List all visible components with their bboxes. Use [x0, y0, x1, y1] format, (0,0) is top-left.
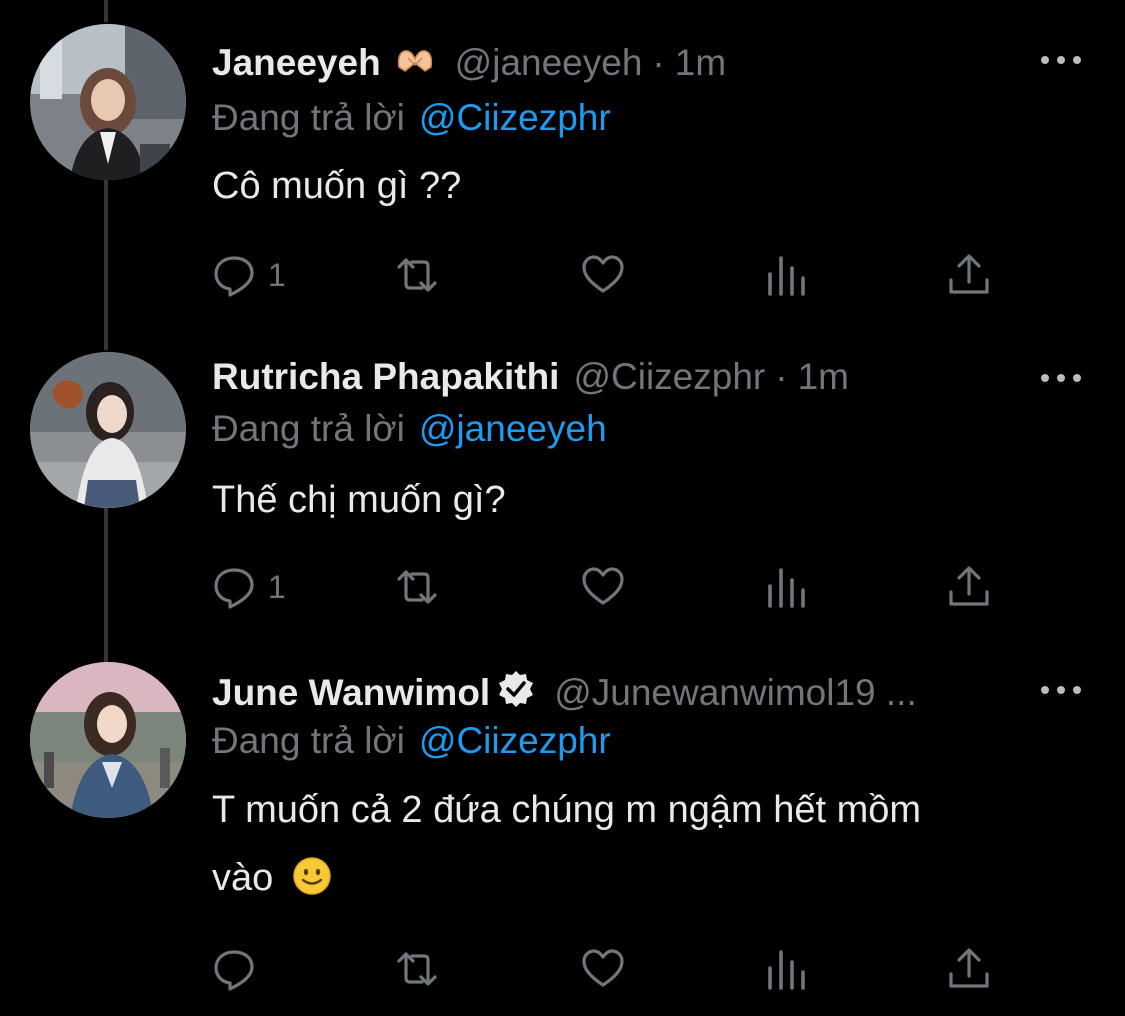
share-icon: [949, 254, 989, 294]
avatar[interactable]: [30, 662, 186, 818]
handle[interactable]: @Ciizezphr: [573, 356, 765, 398]
display-name[interactable]: Janeeyeh: [212, 42, 381, 84]
share-button[interactable]: [946, 250, 992, 300]
avatar-photo: [30, 352, 186, 508]
heart-icon: [582, 567, 624, 605]
retweet-icon: [397, 952, 437, 986]
tweet[interactable]: Janeeyeh @janeeyeh · 1m Đang trả lời @Ci…: [0, 0, 1125, 330]
verified-badge-icon: [496, 669, 536, 718]
retweet-icon: [397, 258, 437, 292]
tweet[interactable]: Rutricha Phapakithi @Ciizezphr · 1m Đang…: [0, 330, 1125, 650]
replying-to: Đang trả lời @janeeyeh: [212, 404, 607, 454]
share-icon: [949, 566, 989, 606]
analytics-button[interactable]: [764, 562, 810, 612]
more-icon[interactable]: [1041, 368, 1081, 388]
replying-to-handle[interactable]: @Ciizezphr: [419, 720, 611, 762]
analytics-button[interactable]: [764, 250, 810, 300]
display-name[interactable]: June Wanwimol: [212, 672, 490, 714]
replying-to-label: Đang trả lời: [212, 408, 405, 449]
tweet[interactable]: June Wanwimol @Junewanwimol19 ... Đang t…: [0, 650, 1125, 1016]
analytics-button[interactable]: [764, 944, 810, 994]
share-button[interactable]: [946, 944, 992, 994]
reply-icon: [214, 568, 254, 609]
display-name[interactable]: Rutricha Phapakithi: [212, 356, 559, 398]
tweet-header: June Wanwimol @Junewanwimol19 ...: [212, 668, 917, 718]
reply-icon: [214, 950, 254, 991]
tweet-text-line: T muốn cả 2 đứa chúng m ngậm hết mồm: [212, 789, 922, 831]
reply-button[interactable]: [212, 944, 268, 994]
reply-button[interactable]: 1: [212, 562, 286, 612]
separator: ·: [652, 42, 665, 83]
retweet-button[interactable]: [394, 944, 440, 994]
more-icon[interactable]: [1041, 50, 1081, 70]
tweet-actions: 1: [212, 562, 1002, 612]
tweet-text: Thế chị muốn gì?: [212, 479, 506, 521]
avatar-photo: [30, 662, 186, 818]
heart-icon: [582, 949, 624, 987]
retweet-button[interactable]: [394, 562, 440, 612]
tweet-actions: [212, 944, 1002, 994]
share-button[interactable]: [946, 562, 992, 612]
retweet-button[interactable]: [394, 250, 440, 300]
heart-hands-icon: [395, 42, 435, 84]
handle[interactable]: @janeeyeh: [455, 42, 643, 84]
share-icon: [949, 948, 989, 988]
avatar[interactable]: [30, 24, 186, 180]
more-icon[interactable]: [1041, 680, 1081, 700]
tweet-header: Rutricha Phapakithi @Ciizezphr · 1m: [212, 352, 849, 402]
avatar[interactable]: [30, 352, 186, 508]
tweet-actions: 1: [212, 250, 1002, 300]
reply-count: 1: [268, 256, 286, 293]
replying-to: Đang trả lời @Ciizezphr: [212, 93, 611, 143]
tweet-text: Cô muốn gì ??: [212, 165, 462, 207]
tweet-text: T muốn cả 2 đứa chúng m ngậm hết mồm vào: [212, 776, 1072, 912]
tweet-header: Janeeyeh @janeeyeh · 1m: [212, 38, 726, 88]
retweet-icon: [397, 570, 437, 604]
like-button[interactable]: [580, 944, 626, 994]
handle[interactable]: @Junewanwimol19 ...: [554, 672, 917, 714]
reply-count: 1: [268, 568, 286, 605]
like-button[interactable]: [580, 562, 626, 612]
like-button[interactable]: [580, 250, 626, 300]
replying-to-label: Đang trả lời: [212, 720, 405, 761]
analytics-icon: [768, 256, 805, 296]
timestamp[interactable]: 1m: [798, 356, 849, 398]
replying-to-label: Đang trả lời: [212, 97, 405, 138]
reply-icon: [214, 256, 254, 297]
replying-to: Đang trả lời @Ciizezphr: [212, 716, 611, 766]
separator: ·: [775, 356, 788, 397]
analytics-icon: [768, 568, 805, 608]
tweet-text-fragment: vào: [212, 857, 274, 899]
reply-button[interactable]: 1: [212, 250, 286, 300]
replying-to-handle[interactable]: @Ciizezphr: [419, 97, 611, 139]
replying-to-handle[interactable]: @janeeyeh: [419, 408, 607, 450]
tweet-text-line: vào: [212, 844, 1072, 912]
smiling-face-icon: [292, 850, 332, 895]
avatar-photo: [30, 24, 186, 180]
analytics-icon: [768, 950, 805, 990]
timestamp[interactable]: 1m: [675, 42, 726, 84]
heart-icon: [582, 255, 624, 293]
